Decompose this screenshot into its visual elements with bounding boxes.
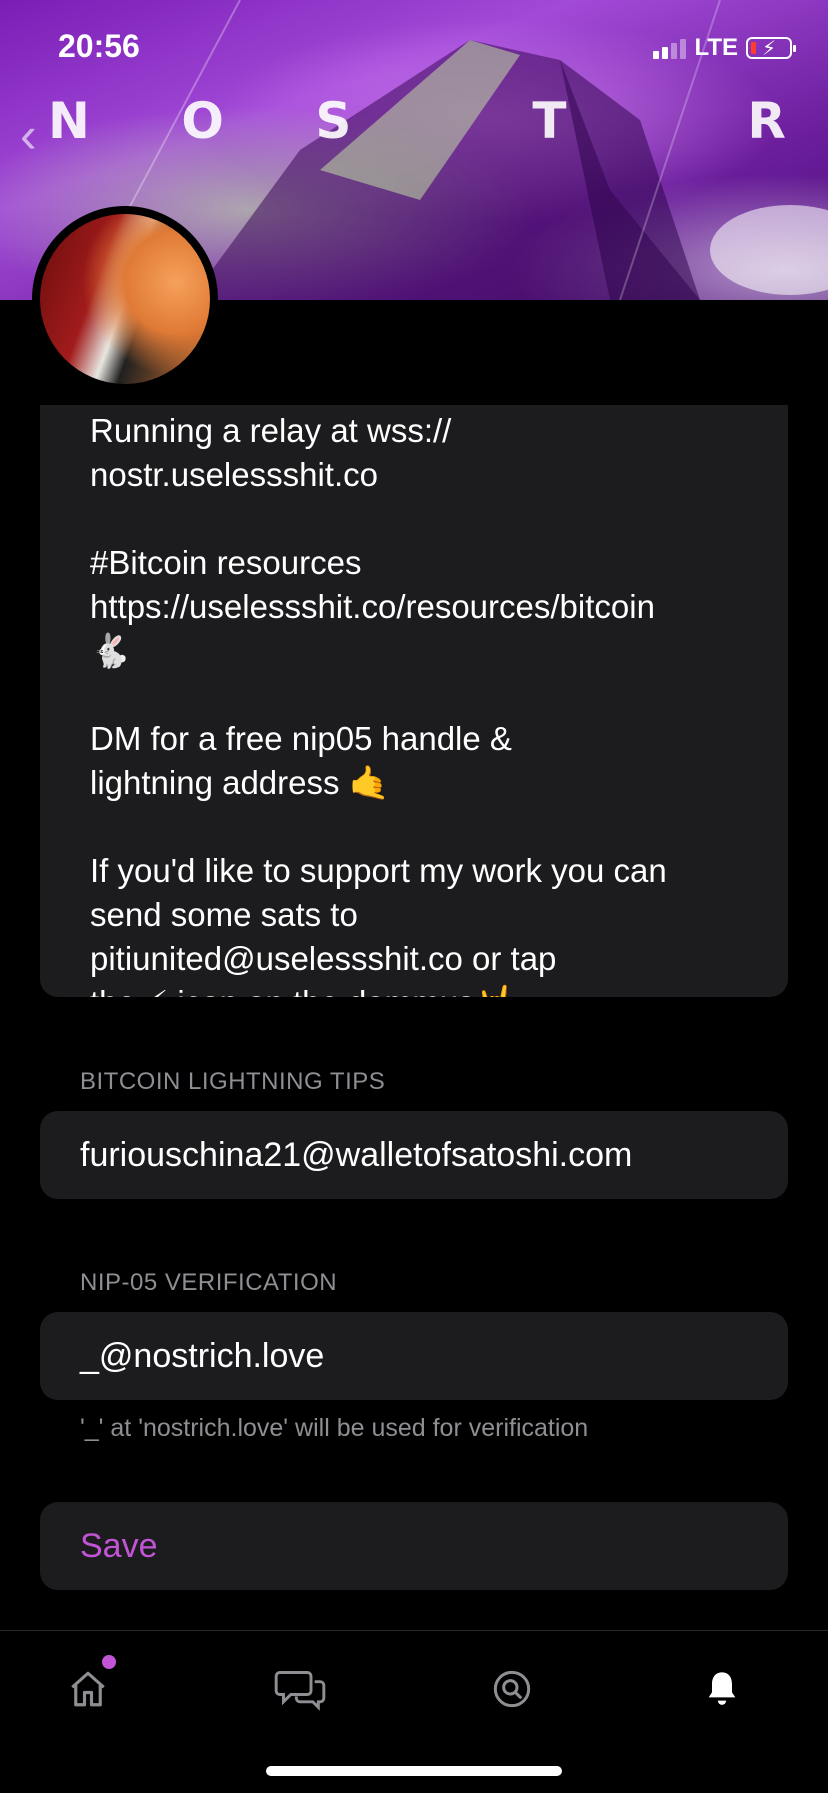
- tab-dms[interactable]: [270, 1659, 330, 1719]
- banner-letter: R: [747, 92, 788, 150]
- signal-icon: [653, 37, 687, 59]
- lightning-address-value: furiouschina21@walletofsatoshi.com: [80, 1135, 633, 1174]
- status-indicators: LTE ⚡: [653, 34, 796, 62]
- nip05-value: _@nostrich.love: [80, 1336, 325, 1375]
- bell-icon: [708, 1672, 736, 1705]
- banner-title: N O S T R: [48, 92, 788, 150]
- notification-dot: [102, 1655, 116, 1669]
- chat-bubbles-icon: [274, 1671, 326, 1711]
- nip05-field[interactable]: _@nostrich.love: [40, 1312, 788, 1400]
- tab-search[interactable]: [482, 1659, 542, 1719]
- network-type: LTE: [694, 34, 738, 61]
- lightning-section-label: BITCOIN LIGHTNING TIPS: [80, 1068, 386, 1095]
- bio-field[interactable]: Running a relay at wss:// nostr.uselesss…: [40, 405, 788, 997]
- save-button-label: Save: [80, 1526, 158, 1565]
- tab-notifications[interactable]: [692, 1659, 752, 1719]
- avatar[interactable]: [32, 206, 218, 392]
- search-icon: [493, 1670, 531, 1708]
- banner-letter: S: [315, 92, 354, 150]
- status-time: 20:56: [58, 28, 140, 64]
- nip05-section-label: NIP-05 VERIFICATION: [80, 1269, 338, 1296]
- home-icon: [71, 1671, 105, 1707]
- avatar-image: [40, 214, 210, 384]
- nip05-hint: '_' at 'nostrich.love' will be used for …: [80, 1414, 589, 1442]
- banner-letter: N: [48, 92, 92, 150]
- banner-letter: T: [532, 92, 569, 150]
- battery-icon: ⚡: [746, 37, 796, 60]
- save-button[interactable]: Save: [40, 1502, 788, 1590]
- lightning-address-field[interactable]: furiouschina21@walletofsatoshi.com: [40, 1111, 788, 1199]
- banner-letter: O: [181, 92, 226, 150]
- back-icon[interactable]: ‹: [20, 110, 37, 160]
- bio-text: Running a relay at wss:// nostr.uselesss…: [90, 412, 667, 997]
- home-indicator: [266, 1766, 562, 1776]
